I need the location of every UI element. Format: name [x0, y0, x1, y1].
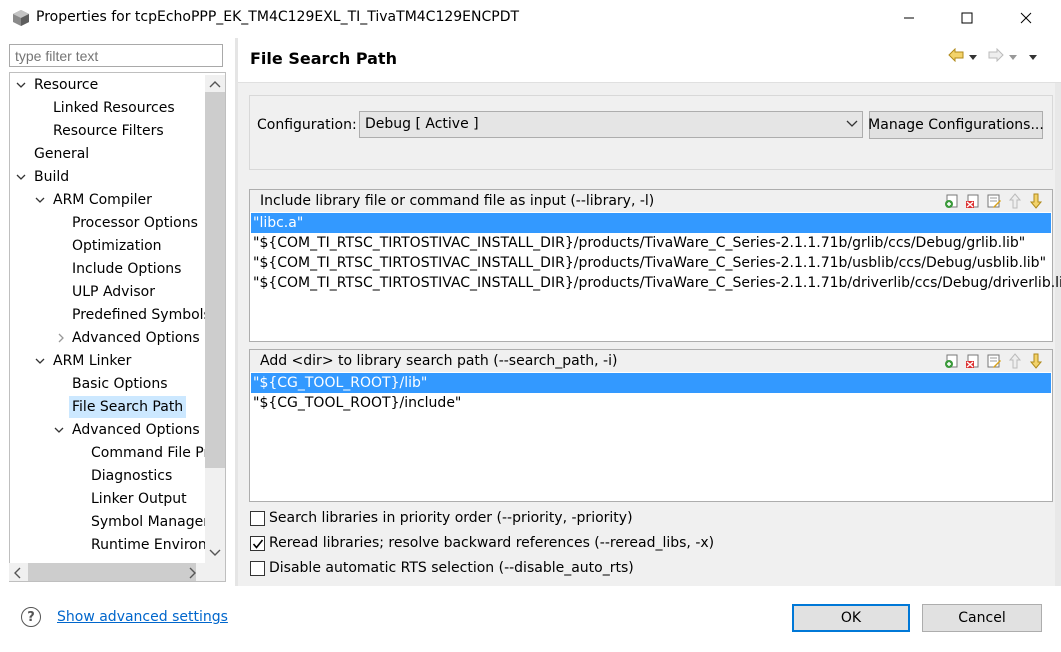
reread-libs-checkbox-label: Reread libraries; resolve backward refer…: [269, 535, 715, 551]
delete-icon[interactable]: [965, 193, 981, 213]
priority-checkbox-label: Search libraries in priority order (--pr…: [269, 510, 633, 526]
disable-auto-rts-checkbox-label: Disable automatic RTS selection (--disab…: [269, 560, 634, 576]
configuration-select[interactable]: Debug [ Active ]: [359, 111, 863, 138]
preference-tree: Resource Linked Resources Resource Filte…: [9, 72, 226, 582]
add-icon[interactable]: [944, 353, 960, 373]
search-path-list-header: Add <dir> to library search path (--sear…: [250, 350, 1052, 372]
page-nav-toolbar: [948, 47, 1038, 66]
chevron-down-icon[interactable]: [33, 189, 47, 211]
list-item[interactable]: "${COM_TI_RTSC_TIRTOSTIVAC_INSTALL_DIR}/…: [251, 253, 1051, 273]
close-icon: [1020, 12, 1032, 24]
edit-icon[interactable]: [986, 353, 1002, 373]
chevron-down-icon[interactable]: [14, 74, 28, 96]
page-scrollbar[interactable]: [1055, 83, 1061, 586]
maximize-icon: [961, 12, 973, 24]
list-item[interactable]: "libc.a": [251, 213, 1051, 233]
filter-input[interactable]: [9, 44, 223, 67]
move-down-icon[interactable]: [1028, 353, 1044, 373]
priority-checkbox[interactable]: [250, 511, 265, 526]
close-button[interactable]: [1003, 0, 1049, 36]
tree-scroll-thumb[interactable]: [205, 92, 225, 468]
move-up-icon[interactable]: [1007, 193, 1023, 213]
checkmark-icon: [252, 539, 263, 549]
move-up-icon[interactable]: [1007, 353, 1023, 373]
scroll-up-icon[interactable]: [209, 78, 221, 94]
cancel-button[interactable]: Cancel: [922, 604, 1042, 632]
minimize-button[interactable]: [886, 0, 932, 36]
list-item[interactable]: "${COM_TI_RTSC_TIRTOSTIVAC_INSTALL_DIR}/…: [251, 233, 1051, 253]
chevron-right-icon[interactable]: [54, 327, 68, 349]
chevron-down-icon[interactable]: [14, 166, 28, 188]
reread-libs-checkbox[interactable]: [250, 536, 265, 551]
ok-button[interactable]: OK: [792, 604, 910, 632]
page-title: File Search Path: [250, 49, 397, 68]
search-path-list: Add <dir> to library search path (--sear…: [249, 349, 1053, 502]
manage-configurations-button[interactable]: Manage Configurations...: [868, 111, 1044, 139]
scroll-right-icon[interactable]: [187, 567, 197, 583]
scroll-down-icon[interactable]: [209, 545, 221, 561]
edit-icon[interactable]: [986, 193, 1002, 213]
chevron-down-icon[interactable]: [52, 419, 66, 441]
search-path-list-tools: [944, 353, 1044, 373]
app-icon: [12, 9, 30, 27]
chevron-down-icon[interactable]: [843, 113, 861, 135]
disable-auto-rts-checkbox[interactable]: [250, 561, 265, 576]
library-list-header: Include library file or command file as …: [250, 190, 1052, 212]
delete-icon[interactable]: [965, 353, 981, 373]
scroll-left-icon[interactable]: [13, 567, 23, 583]
back-arrow-icon[interactable]: [948, 47, 964, 66]
minimize-icon: [904, 17, 914, 19]
maximize-button[interactable]: [944, 0, 990, 36]
list-item[interactable]: "${CG_TOOL_ROOT}/lib": [251, 373, 1051, 393]
show-advanced-settings-link[interactable]: Show advanced settings: [57, 609, 228, 625]
dropdown-icon[interactable]: [1008, 49, 1018, 65]
list-item[interactable]: "${COM_TI_RTSC_TIRTOSTIVAC_INSTALL_DIR}/…: [251, 273, 1061, 293]
window-title: Properties for tcpEchoPPP_EK_TM4C129EXL_…: [36, 9, 520, 25]
move-down-icon[interactable]: [1028, 193, 1044, 213]
dropdown-icon[interactable]: [968, 49, 978, 65]
chevron-down-icon[interactable]: [33, 350, 47, 372]
library-list-tools: [944, 193, 1044, 213]
add-icon[interactable]: [944, 193, 960, 213]
tree-hscroll-thumb[interactable]: [28, 563, 196, 581]
configuration-label: Configuration:: [257, 117, 357, 133]
library-list: Include library file or command file as …: [249, 189, 1061, 342]
help-icon[interactable]: ?: [21, 607, 41, 627]
forward-arrow-icon[interactable]: [988, 47, 1004, 66]
list-item[interactable]: "${CG_TOOL_ROOT}/include": [251, 393, 1051, 413]
view-menu-icon[interactable]: [1028, 49, 1038, 65]
